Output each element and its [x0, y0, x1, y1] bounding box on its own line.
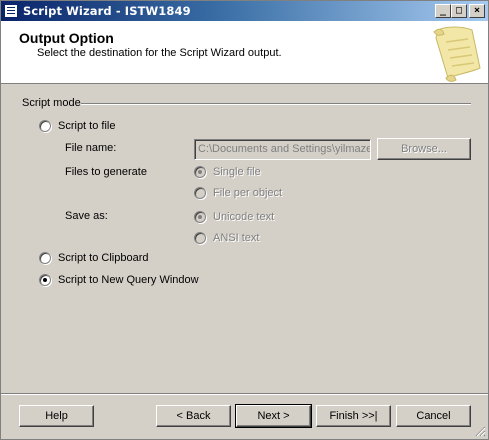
help-button[interactable]: Help [19, 405, 94, 427]
close-button[interactable]: × [469, 4, 485, 18]
file-name-label: File name: [65, 142, 117, 154]
scroll-icon [433, 26, 481, 82]
script-to-clipboard-radio[interactable] [39, 252, 51, 264]
resize-grip-icon[interactable] [474, 425, 486, 437]
save-as-label: Save as: [65, 210, 108, 222]
wizard-header: Output Option Select the destination for… [1, 21, 488, 84]
window-controls: _ □ × [435, 4, 485, 18]
single-file-label[interactable]: Single file [213, 166, 261, 178]
maximize-button[interactable]: □ [451, 4, 467, 18]
ansi-text-radio[interactable] [194, 232, 206, 244]
script-to-new-query-window-radio[interactable] [39, 274, 51, 286]
script-to-file-radio[interactable] [39, 120, 51, 132]
single-file-radio[interactable] [194, 166, 206, 178]
script-mode-group-label: Script mode [22, 97, 81, 109]
wizard-app-icon [4, 4, 18, 18]
ansi-text-label[interactable]: ANSI text [213, 232, 259, 244]
unicode-text-radio[interactable] [194, 211, 206, 223]
window-title: Script Wizard - ISTW1849 [23, 4, 191, 18]
group-divider [81, 103, 471, 105]
script-wizard-window: Script Wizard - ISTW1849 _ □ × Output Op… [0, 0, 489, 440]
footer-divider [1, 393, 488, 395]
file-per-object-radio[interactable] [194, 187, 206, 199]
browse-button[interactable]: Browse... [377, 138, 471, 160]
file-per-object-label[interactable]: File per object [213, 187, 282, 199]
files-to-generate-label: Files to generate [65, 166, 147, 178]
finish-button[interactable]: Finish >>| [316, 405, 391, 427]
unicode-text-label[interactable]: Unicode text [213, 211, 274, 223]
title-bar[interactable]: Script Wizard - ISTW1849 _ □ × [1, 1, 488, 21]
page-subtitle: Select the destination for the Script Wi… [37, 47, 282, 59]
script-to-clipboard-label[interactable]: Script to Clipboard [58, 252, 149, 264]
minimize-button[interactable]: _ [435, 4, 451, 18]
back-button[interactable]: < Back [156, 405, 231, 427]
file-name-input[interactable]: C:\Documents and Settings\yilmaze [194, 139, 371, 160]
cancel-button[interactable]: Cancel [396, 405, 471, 427]
script-to-file-label[interactable]: Script to file [58, 120, 115, 132]
script-to-new-query-window-label[interactable]: Script to New Query Window [58, 274, 199, 286]
page-title: Output Option [19, 30, 114, 46]
next-button[interactable]: Next > [235, 404, 312, 428]
